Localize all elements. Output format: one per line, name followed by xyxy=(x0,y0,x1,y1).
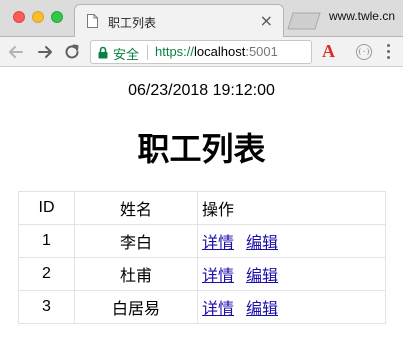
url-host: localhost xyxy=(194,44,246,59)
address-bar[interactable]: 安全 https://localhost:5001 xyxy=(90,40,312,64)
row-actions: 详情 编辑 xyxy=(197,224,386,258)
staff-table: ID 姓名 操作 1 李白 详情 编辑 2 杜甫 详情 编辑 3 白居易 详情 编辑 xyxy=(18,191,386,324)
table-row: 1 李白 详情 编辑 xyxy=(18,224,386,258)
page-title: 职工列表 xyxy=(137,130,266,168)
reload-icon[interactable] xyxy=(62,42,82,62)
browser-tab[interactable]: 职工列表 × xyxy=(74,4,284,38)
font-extension-icon[interactable]: A xyxy=(322,41,335,62)
url-scheme: https:// xyxy=(155,44,195,59)
table-header-row: ID 姓名 操作 xyxy=(18,191,386,225)
edit-link[interactable]: 编辑 xyxy=(246,266,278,285)
url-port: :5001 xyxy=(245,44,278,59)
edit-link[interactable]: 编辑 xyxy=(246,233,278,252)
tab-close-icon[interactable]: × xyxy=(260,11,273,31)
row-id: 1 xyxy=(18,224,75,258)
header-name: 姓名 xyxy=(74,191,198,225)
minimize-window-button[interactable] xyxy=(32,11,44,23)
browser-toolbar: 安全 https://localhost:5001 A (·) xyxy=(0,37,403,67)
row-id: 3 xyxy=(18,290,75,324)
new-tab-button[interactable] xyxy=(287,12,321,30)
table-row: 2 杜甫 详情 编辑 xyxy=(18,257,386,291)
extension-icon[interactable]: (·) xyxy=(356,44,372,60)
page-icon xyxy=(87,14,98,28)
row-actions: 详情 编辑 xyxy=(197,290,386,324)
row-name: 白居易 xyxy=(74,290,198,324)
page-content: 06/23/2018 19:12:00 职工列表 ID 姓名 操作 1 李白 详… xyxy=(0,68,403,353)
lock-icon xyxy=(98,46,108,59)
header-actions: 操作 xyxy=(197,191,386,225)
tab-title: 职工列表 xyxy=(108,16,157,30)
address-separator xyxy=(147,45,148,60)
forward-arrow-icon[interactable] xyxy=(35,42,55,62)
edit-link[interactable]: 编辑 xyxy=(246,299,278,318)
header-id: ID xyxy=(18,191,75,225)
menu-icon[interactable] xyxy=(387,44,391,60)
close-window-button[interactable] xyxy=(13,11,25,23)
table-row: 3 白居易 详情 编辑 xyxy=(18,290,386,324)
profile-label[interactable]: www.twle.cn xyxy=(329,9,395,23)
detail-link[interactable]: 详情 xyxy=(202,299,234,318)
secure-label: 安全 xyxy=(113,48,140,63)
back-arrow-icon[interactable] xyxy=(6,42,26,62)
detail-link[interactable]: 详情 xyxy=(202,233,234,252)
row-name: 李白 xyxy=(74,224,198,258)
url-text: https://localhost:5001 xyxy=(155,44,278,59)
row-actions: 详情 编辑 xyxy=(197,257,386,291)
window-titlebar: 职工列表 × www.twle.cn xyxy=(0,0,403,38)
timestamp: 06/23/2018 19:12:00 xyxy=(128,82,275,99)
detail-link[interactable]: 详情 xyxy=(202,266,234,285)
row-name: 杜甫 xyxy=(74,257,198,291)
zoom-window-button[interactable] xyxy=(51,11,63,23)
row-id: 2 xyxy=(18,257,75,291)
